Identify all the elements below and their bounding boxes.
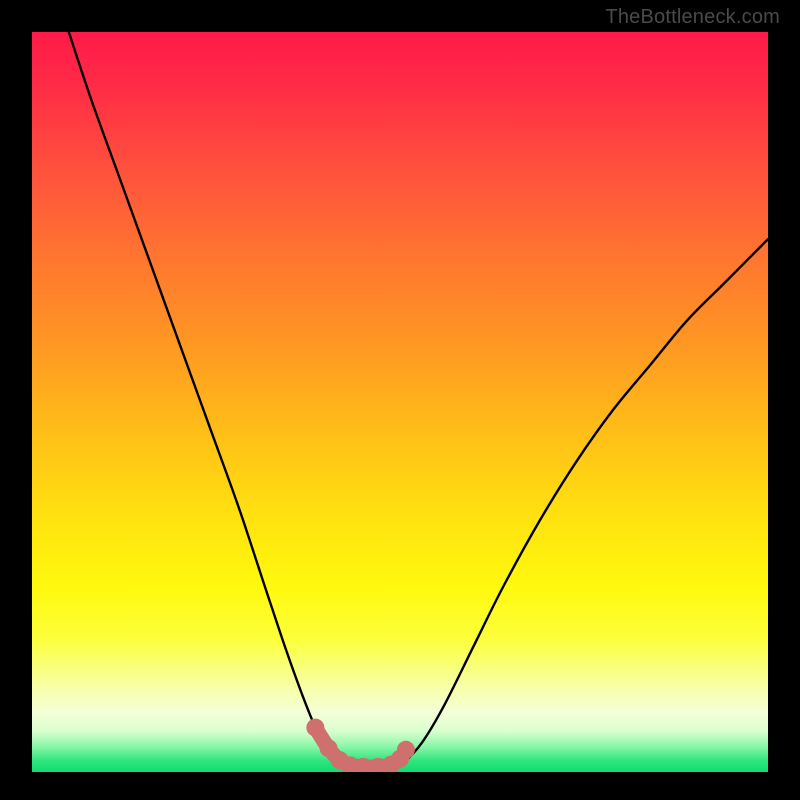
highlighted-point [397, 741, 415, 759]
bottleneck-curve-chart [32, 32, 768, 772]
gradient-background [32, 32, 768, 772]
watermark-text: TheBottleneck.com [605, 6, 780, 29]
plot-area [32, 32, 768, 772]
chart-frame: TheBottleneck.com [0, 0, 800, 800]
highlighted-point [306, 719, 324, 737]
